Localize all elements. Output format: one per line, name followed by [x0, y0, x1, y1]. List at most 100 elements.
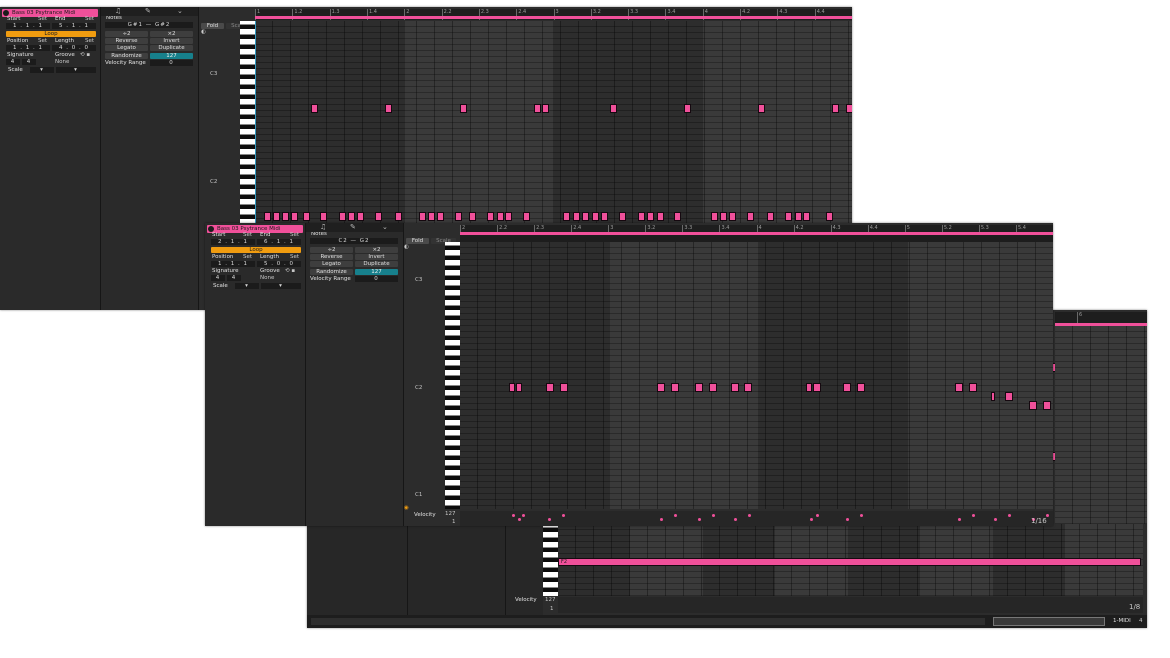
midi-note[interactable] [720, 212, 727, 221]
midi-note[interactable] [846, 104, 852, 113]
invert-button[interactable]: Invert [355, 254, 398, 260]
velocity-marker[interactable] [816, 514, 819, 517]
length-value[interactable]: 5 . 0 . 0 [257, 261, 301, 267]
midi-note[interactable] [582, 212, 589, 221]
scroll-track[interactable] [311, 618, 985, 625]
velocity-lane-3[interactable] [558, 597, 1143, 613]
signature-numerator[interactable]: 4 [6, 59, 20, 65]
midi-note[interactable] [516, 383, 522, 392]
midi-note[interactable] [455, 212, 462, 221]
midi-note[interactable] [785, 212, 792, 221]
position-set-button[interactable]: Set [243, 254, 252, 261]
position-value[interactable]: 1 . 1 . 1 [211, 261, 255, 267]
velocity-marker[interactable] [698, 518, 701, 521]
velocity-marker[interactable] [734, 518, 737, 521]
scale-name-select[interactable]: ▾ [261, 283, 301, 289]
start-set-button[interactable]: Set [38, 16, 47, 23]
midi-note[interactable] [711, 212, 718, 221]
track-name[interactable]: 1-MIDI [1113, 618, 1131, 625]
end-value[interactable]: 5 . 1 . 1 [52, 23, 96, 29]
randomize-amount[interactable]: 127 [150, 53, 193, 59]
midi-note[interactable] [619, 212, 626, 221]
chevron-down-icon[interactable]: ⌄ [382, 223, 388, 232]
note-grid-3[interactable]: F2 [558, 524, 1143, 596]
midi-note[interactable] [674, 212, 681, 221]
randomize-button[interactable]: Randomize [105, 53, 148, 59]
midi-note[interactable] [375, 212, 382, 221]
halve-button[interactable]: ÷2 [310, 247, 353, 253]
position-set-button[interactable]: Set [38, 38, 47, 45]
velocity-marker[interactable] [846, 518, 849, 521]
midi-note[interactable] [1005, 392, 1013, 401]
midi-note[interactable] [671, 383, 679, 392]
midi-note[interactable] [813, 383, 821, 392]
velocity-marker[interactable] [748, 514, 751, 517]
midi-note[interactable] [437, 212, 444, 221]
midi-note[interactable] [832, 104, 839, 113]
signature-denominator[interactable]: 4 [227, 275, 241, 281]
midi-note[interactable] [767, 212, 774, 221]
midi-note[interactable] [592, 212, 599, 221]
midi-note[interactable] [744, 383, 752, 392]
midi-note[interactable] [729, 212, 736, 221]
quantize-readout[interactable]: 1/8 [1129, 604, 1140, 611]
start-value[interactable]: 2 . 1 . 1 [211, 239, 255, 245]
midi-note[interactable] [311, 104, 318, 113]
midi-note[interactable]: F2 [558, 558, 1141, 566]
end-set-button[interactable]: Set [85, 16, 94, 23]
duplicate-button[interactable]: Duplicate [150, 45, 193, 51]
midi-note[interactable] [1029, 401, 1037, 410]
velocity-marker[interactable] [1008, 514, 1011, 517]
note-grid[interactable] [460, 242, 1053, 509]
fold-button[interactable]: Fold [406, 238, 429, 244]
randomize-amount[interactable]: 127 [355, 269, 398, 275]
midi-note[interactable] [264, 212, 271, 221]
midi-note[interactable] [806, 383, 812, 392]
velocity-marker[interactable] [860, 514, 863, 517]
midi-note[interactable] [339, 212, 346, 221]
midi-note[interactable] [469, 212, 476, 221]
note-grid-3-upper[interactable] [1055, 326, 1147, 524]
piano-keyboard-3[interactable] [543, 524, 558, 596]
scale-root-select[interactable]: ▾ [235, 283, 259, 289]
quantize-readout[interactable]: 1/16 [1031, 518, 1047, 525]
midi-note[interactable] [320, 212, 327, 221]
loop-button[interactable]: Loop [211, 247, 301, 253]
midi-note[interactable] [695, 383, 703, 392]
velocity-marker[interactable] [712, 514, 715, 517]
midi-note[interactable] [826, 212, 833, 221]
midi-note[interactable] [357, 212, 364, 221]
length-set-button[interactable]: Set [85, 38, 94, 45]
midi-note[interactable] [563, 212, 570, 221]
midi-note[interactable] [969, 383, 977, 392]
velocity-marker[interactable] [810, 518, 813, 521]
length-set-button[interactable]: Set [290, 254, 299, 261]
midi-note[interactable] [534, 104, 541, 113]
midi-note[interactable] [758, 104, 765, 113]
velocity-marker[interactable] [674, 514, 677, 517]
velocity-marker[interactable] [958, 518, 961, 521]
overview-box[interactable] [993, 617, 1105, 626]
velocity-marker[interactable] [548, 518, 551, 521]
midi-note[interactable] [709, 383, 717, 392]
reverse-button[interactable]: Reverse [105, 38, 148, 44]
loop-bracket-icon[interactable]: ◉ [404, 505, 409, 512]
midi-note[interactable] [303, 212, 310, 221]
length-value[interactable]: 4 . 0 . 0 [52, 45, 96, 51]
velocity-marker[interactable] [522, 514, 525, 517]
velocity-marker[interactable] [972, 514, 975, 517]
fold-toggle-icon[interactable]: ◐ [201, 29, 206, 36]
midi-note[interactable] [747, 212, 754, 221]
velocity-marker[interactable] [562, 514, 565, 517]
signature-denominator[interactable]: 4 [22, 59, 36, 65]
double-button[interactable]: ×2 [150, 31, 193, 37]
piano-keyboard[interactable] [445, 242, 460, 509]
loop-brace[interactable] [255, 16, 852, 19]
midi-note[interactable] [684, 104, 691, 113]
midi-note[interactable] [348, 212, 355, 221]
midi-note[interactable] [803, 212, 810, 221]
midi-note[interactable] [419, 212, 426, 221]
midi-note[interactable] [523, 212, 530, 221]
velocity-marker[interactable] [994, 518, 997, 521]
velocity-marker[interactable] [512, 514, 515, 517]
